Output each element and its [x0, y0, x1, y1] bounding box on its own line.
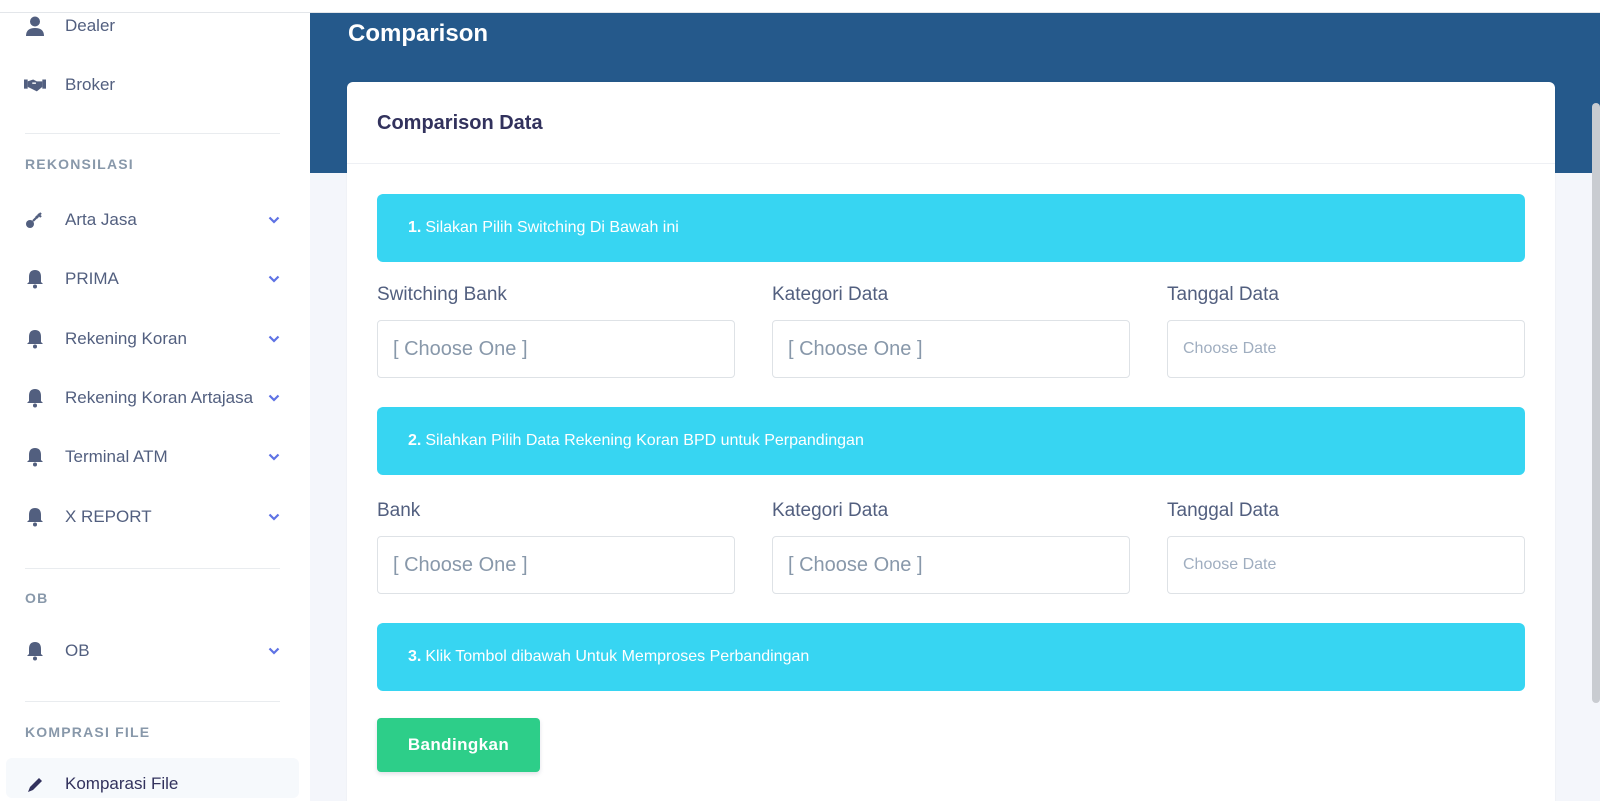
- sidebar-divider: [25, 701, 280, 702]
- kategori-data-select-2[interactable]: [ Choose One ]: [772, 536, 1130, 594]
- sidebar-item-label: X REPORT: [65, 507, 152, 526]
- sidebar-item-label: Rekening Koran: [65, 329, 187, 348]
- sidebar-item-label: Dealer: [65, 16, 116, 35]
- step-2-banner: 2. Silahkan Pilih Data Rekening Koran BP…: [377, 407, 1525, 475]
- bandingkan-button[interactable]: Bandingkan: [377, 718, 540, 772]
- tanggal-data-input-2[interactable]: Choose Date: [1167, 536, 1525, 594]
- tanggal-data-label: Tanggal Data: [1167, 500, 1279, 521]
- chevron-down-icon: [266, 509, 282, 525]
- scrollbar[interactable]: [1592, 103, 1600, 703]
- sidebar-item-rekening-koran-artajasa[interactable]: Rekening Koran Artajasa: [0, 378, 310, 418]
- select-value: [ Choose One ]: [393, 337, 528, 360]
- sidebar-divider: [25, 568, 280, 569]
- sidebar-heading-ob: OB: [25, 590, 49, 606]
- sidebar-divider: [25, 133, 280, 134]
- sidebar-item-dealer[interactable]: Dealer: [0, 13, 310, 46]
- sidebar-heading-komprasi-file: KOMPRASI FILE: [25, 724, 151, 740]
- chevron-down-icon: [266, 271, 282, 287]
- bell-icon: [24, 328, 46, 350]
- step-1-banner: 1. Silakan Pilih Switching Di Bawah ini: [377, 194, 1525, 262]
- bank-label: Bank: [377, 500, 421, 521]
- sidebar-item-label: Komparasi File: [65, 774, 179, 793]
- select-value: [ Choose One ]: [788, 553, 923, 576]
- sidebar-item-terminal-atm[interactable]: Terminal ATM: [0, 437, 310, 477]
- tanggal-data-label: Tanggal Data: [1167, 284, 1279, 305]
- bell-icon: [24, 506, 46, 528]
- key-icon: [24, 209, 46, 231]
- input-placeholder: Choose Date: [1183, 556, 1277, 573]
- chevron-down-icon: [266, 390, 282, 406]
- bank-select[interactable]: [ Choose One ]: [377, 536, 735, 594]
- sidebar-item-arta-jasa[interactable]: Arta Jasa: [0, 200, 310, 240]
- step-text: Silahkan Pilih Data Rekening Koran BPD u…: [425, 432, 864, 449]
- bell-icon: [24, 446, 46, 468]
- input-placeholder: Choose Date: [1183, 340, 1277, 357]
- sidebar-item-ob[interactable]: OB: [0, 631, 310, 671]
- sidebar-item-rekening-koran[interactable]: Rekening Koran: [0, 319, 310, 359]
- step-number: 3.: [408, 648, 422, 665]
- step-3-banner: 3. Klik Tombol dibawah Untuk Memproses P…: [377, 623, 1525, 691]
- handshake-icon: [24, 74, 46, 96]
- sidebar-item-label: OB: [65, 641, 90, 660]
- tanggal-data-input[interactable]: Choose Date: [1167, 320, 1525, 378]
- sidebar-item-prima[interactable]: PRIMA: [0, 259, 310, 299]
- step-number: 2.: [408, 432, 422, 449]
- sidebar-item-label: Broker: [65, 75, 116, 94]
- card-title: Comparison Data: [377, 112, 543, 134]
- main-content: Comparison Comparison Data 1. Silakan Pi…: [310, 13, 1600, 801]
- chevron-down-icon: [266, 331, 282, 347]
- kategori-data-label: Kategori Data: [772, 284, 889, 305]
- step-text: Klik Tombol dibawah Untuk Memproses Perb…: [425, 648, 810, 665]
- bell-icon: [24, 640, 46, 662]
- chevron-down-icon: [266, 643, 282, 659]
- chevron-down-icon: [266, 212, 282, 228]
- sidebar-item-komparasi-file[interactable]: Komparasi File: [6, 758, 299, 798]
- sidebar-item-label: Rekening Koran Artajasa: [65, 388, 254, 407]
- bell-icon: [24, 268, 46, 290]
- pen-icon: [24, 774, 46, 796]
- user-icon: [24, 15, 46, 37]
- card-header: Comparison Data: [347, 82, 1555, 164]
- sidebar-item-broker[interactable]: Broker: [0, 65, 310, 105]
- select-value: [ Choose One ]: [788, 337, 923, 360]
- switching-bank-label: Switching Bank: [377, 284, 507, 305]
- sidebar: Dealer Broker REKONSILASI Arta Jasa PRIM…: [0, 13, 310, 801]
- page-title: Comparison: [348, 20, 489, 47]
- chevron-down-icon: [266, 449, 282, 465]
- sidebar-item-label: Terminal ATM: [65, 447, 168, 466]
- sidebar-heading-rekonsilasi: REKONSILASI: [25, 156, 134, 172]
- select-value: [ Choose One ]: [393, 553, 528, 576]
- sidebar-item-label: Arta Jasa: [65, 210, 137, 229]
- switching-bank-select[interactable]: [ Choose One ]: [377, 320, 735, 378]
- step-text: Silakan Pilih Switching Di Bawah ini: [425, 219, 679, 236]
- kategori-data-select[interactable]: [ Choose One ]: [772, 320, 1130, 378]
- comparison-card: Comparison Data 1. Silakan Pilih Switchi…: [347, 82, 1555, 801]
- kategori-data-label: Kategori Data: [772, 500, 889, 521]
- step-number: 1.: [408, 219, 422, 236]
- sidebar-item-x-report[interactable]: X REPORT: [0, 497, 310, 537]
- top-border: [0, 0, 1600, 13]
- bell-icon: [24, 387, 46, 409]
- sidebar-item-label: PRIMA: [65, 269, 119, 288]
